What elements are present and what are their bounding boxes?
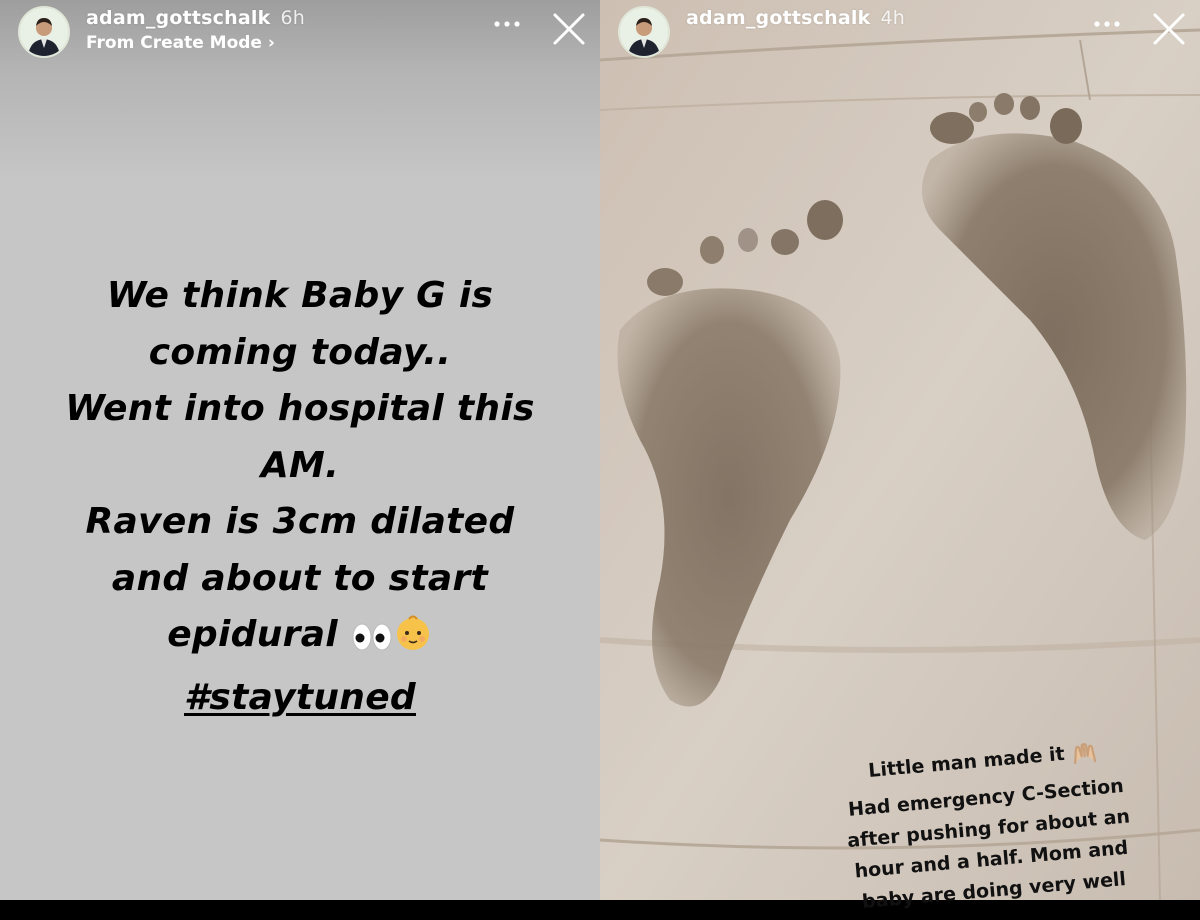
close-icon[interactable] [1152, 12, 1186, 46]
story-panel-left[interactable]: adam_gottschalk 6h From Create Mode › We … [0, 0, 600, 900]
text-line: Went into hospital this [65, 388, 535, 429]
post-time: 6h [280, 7, 305, 29]
raised-hands-icon [1070, 741, 1099, 775]
text-line: AM. [260, 444, 340, 486]
text-line: epidural [167, 614, 338, 655]
text-line: We think Baby G is [106, 275, 494, 316]
text-line: coming today.. [148, 331, 452, 373]
post-time: 4h [880, 7, 905, 29]
text-line: and about to start [111, 557, 489, 599]
username[interactable]: adam_gottschalk 6h [86, 7, 305, 29]
avatar[interactable] [618, 6, 670, 58]
baby-emoji-icon [393, 612, 433, 670]
more-dots-icon[interactable] [492, 14, 522, 34]
more-dots-icon[interactable] [1092, 14, 1122, 34]
eyes-emoji-icon [351, 613, 393, 670]
close-icon[interactable] [552, 12, 586, 46]
username-text: adam_gottschalk [686, 7, 871, 29]
story-header: adam_gottschalk 4h [600, 0, 1200, 64]
hashtag-line: #staytuned [30, 670, 570, 727]
text-line: Raven is 3cm dilated [85, 501, 515, 542]
username-text: adam_gottschalk [86, 7, 271, 29]
avatar[interactable] [18, 6, 70, 58]
text-line-with-emoji: epidural [30, 607, 570, 670]
create-mode-link[interactable]: From Create Mode › [86, 33, 275, 53]
story-caption: Little man made it Had emergency C-Secti… [822, 732, 1155, 920]
story-text: We think Baby G is coming today.. Went i… [30, 268, 570, 726]
hashtag-link[interactable]: #staytuned [184, 677, 416, 718]
story-header: adam_gottschalk 6h From Create Mode › [0, 0, 600, 64]
username[interactable]: adam_gottschalk 4h [686, 7, 905, 29]
